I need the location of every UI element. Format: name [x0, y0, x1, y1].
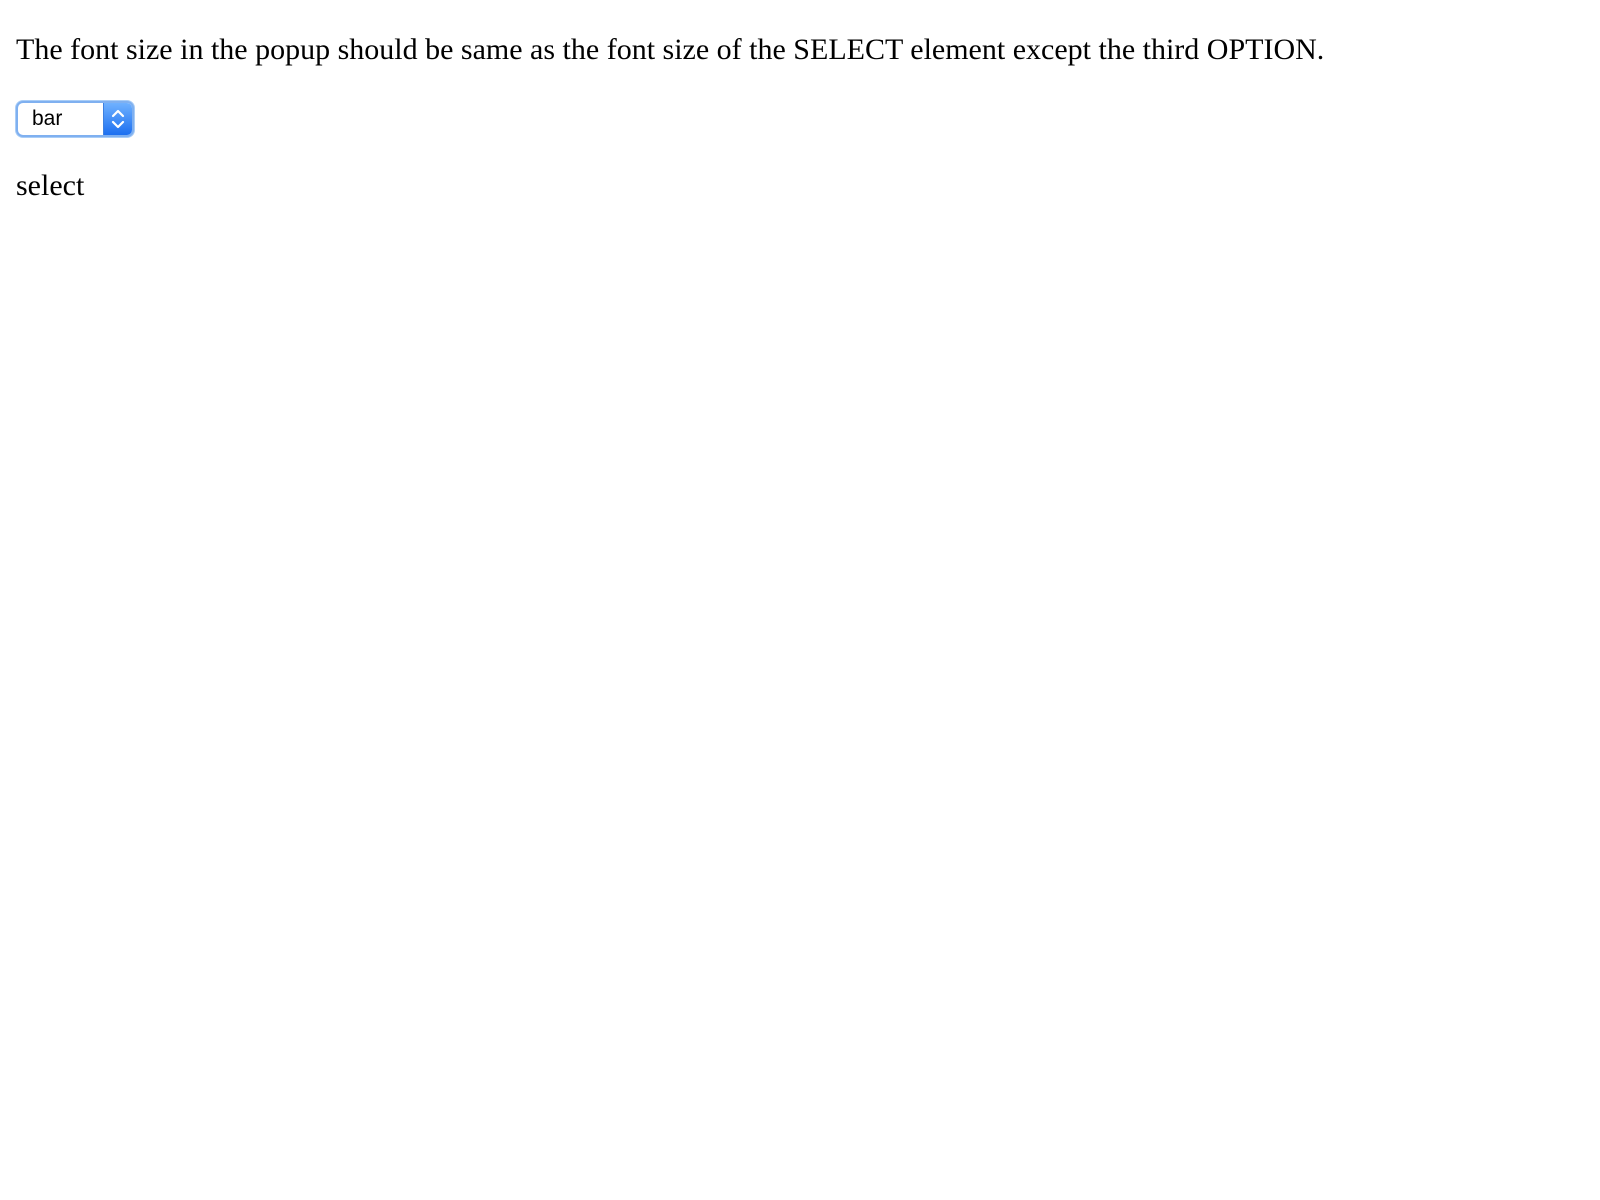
option-select[interactable]: bar — [16, 101, 134, 137]
instruction-text: The font size in the popup should be sam… — [16, 33, 1325, 66]
select-caption: select — [16, 169, 85, 202]
select-selected-value: bar — [32, 107, 63, 130]
chevron-up-down-icon — [103, 103, 132, 135]
